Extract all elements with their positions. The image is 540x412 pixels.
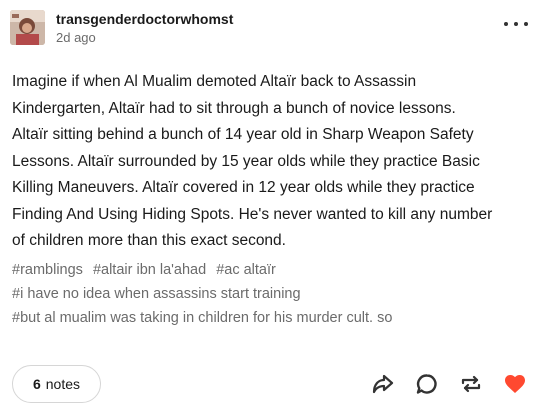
tag-assassins-training[interactable]: #i have no idea when assassins start tra… <box>12 286 301 302</box>
username[interactable]: transgenderdoctorwhomst <box>56 11 233 27</box>
post-body-line: of children more than this exact second. <box>12 232 286 249</box>
post-body-line: Lessons. Altaïr surrounded by 15 year ol… <box>12 152 480 170</box>
like-heart-icon[interactable] <box>502 371 528 397</box>
post-body-line: Killing Maneuvers. Altaïr covered in 12 … <box>12 179 475 196</box>
tag-row: #i have no idea when assassins start tra… <box>12 282 522 306</box>
more-options-icon[interactable] <box>504 16 528 32</box>
post-actions <box>352 371 528 397</box>
share-icon[interactable] <box>370 371 396 397</box>
post-body-line: Kindergarten, Altaïr had to sit through … <box>12 99 456 117</box>
post-tags: #ramblings #altair ibn la'ahad #ac altaï… <box>12 258 522 330</box>
tag-row: #but al mualim was taking in children fo… <box>12 306 522 330</box>
reblog-icon[interactable] <box>458 371 484 397</box>
tag-ac-altair[interactable]: #ac altaïr <box>216 262 276 278</box>
tag-altair-ibn-laahad[interactable]: #altair ibn la'ahad <box>93 262 206 278</box>
notes-count: 6 <box>32 376 41 392</box>
post-body-line: Altaïr sitting behind a bunch of 14 year… <box>12 126 474 143</box>
post-timestamp[interactable]: 2d ago <box>56 30 96 45</box>
post-body: Imagine if when Al Mualim demoted Altaïr… <box>12 69 512 255</box>
tag-ramblings[interactable]: #ramblings <box>12 262 83 278</box>
tag-row: #ramblings #altair ibn la'ahad #ac altaï… <box>12 258 522 282</box>
notes-button[interactable]: 6 notes <box>12 365 101 403</box>
avatar[interactable] <box>10 10 45 45</box>
tag-murder-cult[interactable]: #but al mualim was taking in children fo… <box>12 310 392 326</box>
post-body-line: Finding And Using Hiding Spots. He's nev… <box>12 205 493 223</box>
reply-icon[interactable] <box>414 371 440 397</box>
post-body-line: Imagine if when Al Mualim demoted Altaïr… <box>12 73 417 90</box>
notes-label: notes <box>45 376 81 392</box>
post-header: transgenderdoctorwhomst 2d ago <box>10 10 528 50</box>
